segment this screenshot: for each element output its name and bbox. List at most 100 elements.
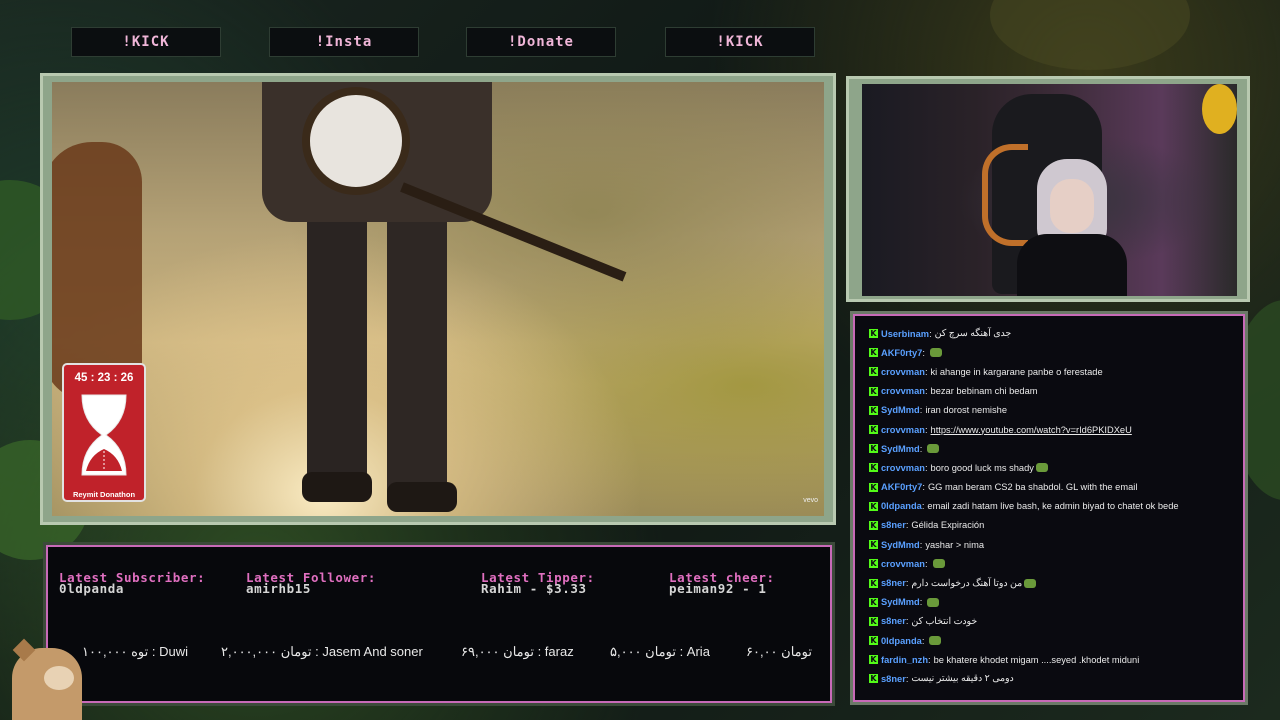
chat-username[interactable]: SydMmd	[881, 444, 920, 454]
kick-badge-icon: K	[869, 597, 878, 607]
chat-username[interactable]: SydMmd	[881, 597, 920, 607]
emote-icon	[927, 444, 940, 454]
chat-text: خودت انتخاب کن	[911, 615, 978, 626]
performer-legs-2	[387, 202, 447, 502]
timer-label: Reymit Donathon	[72, 490, 136, 499]
chat-username[interactable]: s8ner	[881, 616, 906, 626]
chat-text: GG man beram CS2 ba shabdol. GL with the…	[927, 482, 1138, 493]
vevo-watermark: vevo	[803, 497, 818, 504]
chat-username[interactable]: Userbinam	[881, 329, 929, 339]
video-player[interactable]: vevo	[52, 82, 824, 516]
chat-message: Kcrovvman: bezar bebinam chi bedam	[855, 382, 1243, 401]
kick-badge-icon: K	[869, 616, 878, 626]
chat-text: boro good luck ms shady	[930, 462, 1034, 473]
streamer-face	[1050, 179, 1094, 233]
chat-message: K 0ldpanda:	[855, 631, 1243, 650]
ticker-item: ۲,۰۰۰,۰۰۰ تومان : Jasem And soner	[221, 644, 423, 659]
chat-username[interactable]: AKF0rty7	[881, 482, 922, 492]
chat-text: bezar bebinam chi bedam	[930, 386, 1038, 397]
chat-username[interactable]: crovvman	[881, 559, 925, 569]
chat-separator: :	[922, 347, 925, 358]
chat-message: Kcrovvman: https://www.youtube.com/watch?…	[855, 420, 1243, 439]
emote-icon	[1024, 578, 1037, 588]
emote-icon	[1035, 463, 1048, 473]
chat-panel: K Userbinam: جدی آهنگه سرچ کن K AKF0rty7: Kcr…	[850, 311, 1248, 705]
latest-cheer: Latest cheer: peiman92 - 1	[669, 571, 775, 596]
kick-badge-icon: K	[869, 520, 878, 530]
chat-username[interactable]: AKF0rty7	[881, 348, 922, 358]
chat-separator: :	[924, 366, 928, 377]
chat-text: ki ahange in kargarane panbe o ferestade	[930, 366, 1103, 377]
kick-badge-icon: K	[869, 501, 878, 511]
latest-cheer-value: peiman92 - 1	[669, 581, 767, 596]
hourglass-icon	[81, 394, 127, 476]
chat-text: email zadi hatam live bash, ke admin biy…	[927, 501, 1179, 512]
chat-text: yashar > nima	[925, 539, 984, 550]
chat-separator: :	[922, 482, 925, 493]
nav-button-insta[interactable]: !Insta	[269, 27, 419, 57]
chat-username[interactable]: 0ldpanda	[881, 501, 922, 511]
cat-ear	[12, 638, 36, 662]
kick-badge-icon: K	[869, 386, 878, 396]
chat-text: جدی آهنگه سرچ کن	[934, 328, 1012, 339]
chat-message: K SydMmd: yashar > nima	[855, 535, 1243, 554]
chat-message: K SydMmd: iran dorost nemishe	[855, 401, 1243, 420]
chat-message: Ks8ner: من دوتا آهنگ درخواست دارم	[855, 573, 1243, 592]
chat-username[interactable]: fardin_nzh	[881, 655, 928, 665]
chat-username[interactable]: s8ner	[881, 578, 906, 588]
chat-separator: :	[919, 539, 923, 550]
chat-text: دومی ۲ دقیقه بیشتر نیست	[911, 673, 1014, 684]
chat-username[interactable]: crovvman	[881, 367, 925, 377]
chat-list: K Userbinam: جدی آهنگه سرچ کن K AKF0rty7: Kcr…	[855, 324, 1243, 689]
kick-badge-icon: K	[869, 482, 878, 492]
chat-separator: :	[928, 654, 931, 665]
donation-ticker: ۱۰۰,۰۰۰ توه : Duwi ۲,۰۰۰,۰۰۰ تومان : Jas…	[48, 644, 830, 664]
chat-text: من دوتا آهنگ درخواست دارم	[911, 577, 1023, 588]
donathon-timer: 45 : 23 : 26 Reymit Donathon	[62, 363, 146, 502]
kick-badge-icon: K	[869, 636, 878, 646]
chat-text: be khatere khodet migam ....seyed .khode…	[933, 654, 1140, 665]
nav-button-kick-2[interactable]: !KICK	[665, 27, 815, 57]
kick-badge-icon: K	[869, 674, 878, 684]
chat-link[interactable]: https://www.youtube.com/watch?v=rId6PKID…	[931, 425, 1132, 435]
kick-badge-icon: K	[869, 559, 878, 569]
kick-badge-icon: K	[869, 655, 878, 665]
chat-message: K SydMmd:	[855, 593, 1243, 612]
nav-button-donate[interactable]: !Donate	[466, 27, 616, 57]
latest-tipper: Latest Tipper: Rahim - $3.33	[481, 571, 595, 595]
latest-subscriber: Latest Subscriber: 0ldpanda	[59, 571, 205, 595]
chat-username[interactable]: 0ldpanda	[881, 636, 922, 646]
chat-username[interactable]: crovvman	[881, 386, 925, 396]
chat-message: Ks8ner: دومی ۲ دقیقه بیشتر نیست	[855, 669, 1243, 688]
kick-badge-icon: K	[869, 329, 878, 339]
kick-badge-icon: K	[869, 444, 878, 454]
ticker-item: ۶۹,۰۰۰ تومان : faraz	[461, 644, 574, 659]
chat-separator: :	[921, 635, 925, 646]
chat-separator: :	[924, 558, 928, 569]
chat-username[interactable]: s8ner	[881, 520, 906, 530]
toy-figure	[1202, 84, 1237, 134]
chat-separator: :	[924, 386, 928, 397]
chat-text: Gélida Expiración	[911, 520, 985, 531]
chat-username[interactable]: crovvman	[881, 463, 925, 473]
chat-username[interactable]: crovvman	[881, 425, 925, 435]
chat-username[interactable]: SydMmd	[881, 405, 920, 415]
ticker-item: ۵,۰۰۰ تومان : Aria	[610, 644, 710, 659]
chat-username[interactable]: SydMmd	[881, 540, 920, 550]
kick-badge-icon: K	[869, 425, 878, 435]
boot-right	[387, 482, 457, 512]
cat-face	[44, 666, 74, 690]
banjo-icon	[302, 87, 410, 195]
kick-badge-icon: K	[869, 348, 878, 358]
kick-badge-icon: K	[869, 367, 878, 377]
chat-separator: :	[905, 578, 909, 589]
chat-separator: :	[905, 520, 909, 531]
chat-username[interactable]: s8ner	[881, 674, 906, 684]
chair-accent	[982, 144, 1028, 246]
chat-separator: :	[924, 462, 928, 473]
chat-separator: :	[929, 328, 932, 339]
chat-message: Ks8ner: Gélida Expiración	[855, 516, 1243, 535]
nav-button-kick[interactable]: !KICK	[71, 27, 221, 57]
chat-separator: :	[919, 405, 923, 416]
emote-icon	[927, 597, 940, 607]
